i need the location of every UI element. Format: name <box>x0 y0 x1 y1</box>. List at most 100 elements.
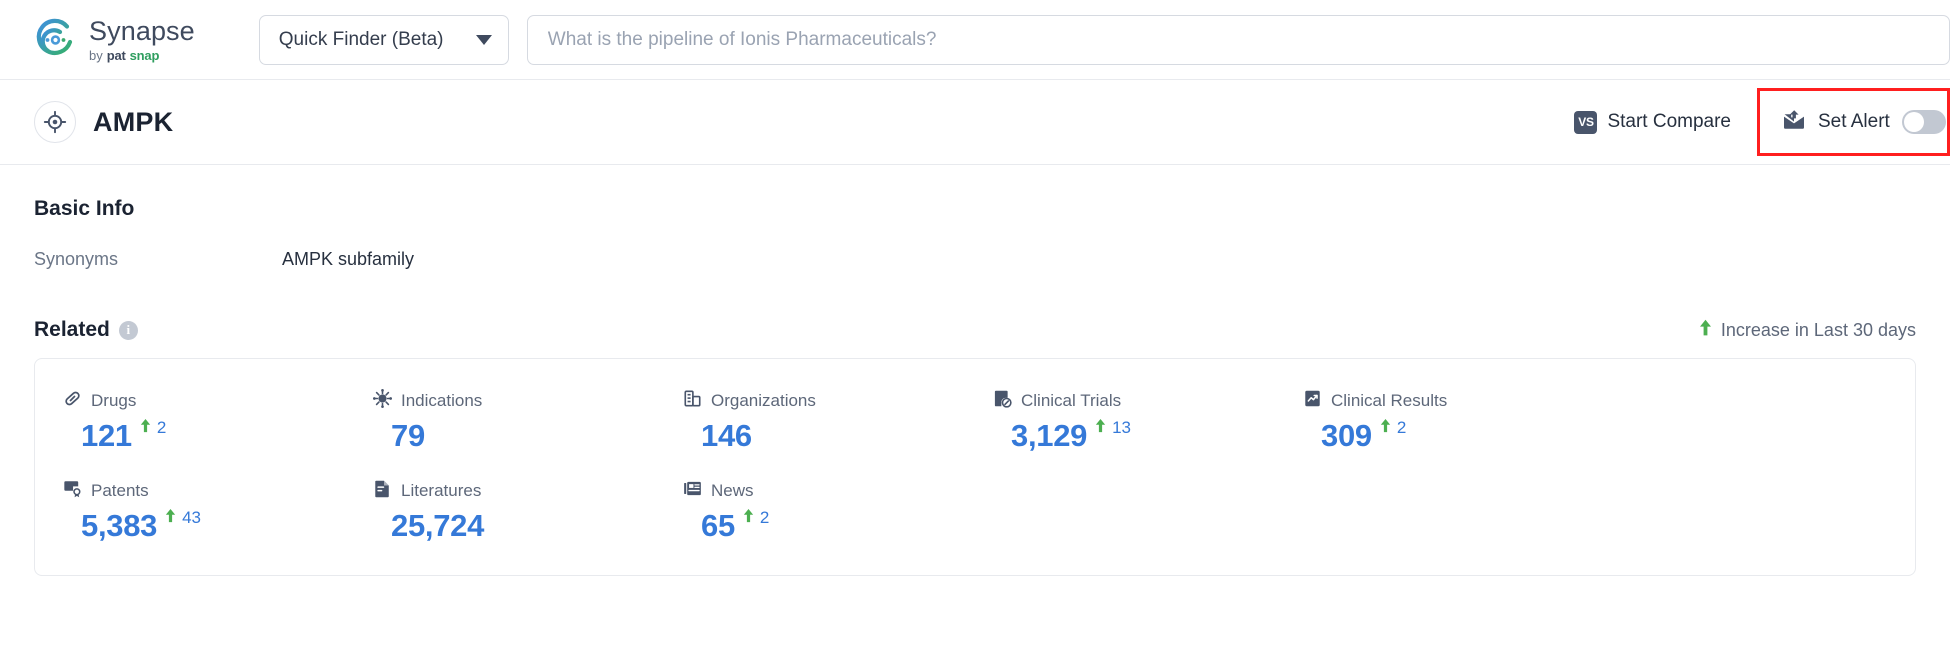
target-crosshair-icon <box>34 101 76 143</box>
stat-value: 146 <box>701 418 752 453</box>
pill-icon <box>63 389 82 413</box>
stat-delta: 2 <box>743 508 769 528</box>
stat-news[interactable]: News 65 2 <box>683 479 993 541</box>
stat-value: 121 <box>81 418 132 453</box>
stat-body: 65 2 <box>683 508 993 543</box>
set-alert-label: Set Alert <box>1818 111 1890 132</box>
brand-name: Synapse <box>89 15 195 46</box>
entity-header-bar: AMPK VS Start Compare Set Alert <box>0 80 1950 165</box>
stat-header: Organizations <box>683 389 993 413</box>
stat-delta-value: 2 <box>156 418 167 437</box>
info-circle-icon[interactable]: i <box>118 320 138 340</box>
stat-label: Clinical Trials <box>1021 391 1122 410</box>
vs-badge-icon: VS <box>1574 110 1598 134</box>
set-alert-control[interactable]: Set Alert <box>1757 88 1950 156</box>
set-alert-toggle[interactable] <box>1901 110 1946 134</box>
stat-delta: 13 <box>1095 418 1131 438</box>
quick-finder-dropdown[interactable]: Quick Finder (Beta) <box>258 14 509 65</box>
stat-label: Clinical Results <box>1331 391 1448 410</box>
stat-body: 146 <box>683 420 993 451</box>
arrow-up-icon <box>1380 418 1391 438</box>
arrow-up-icon <box>1699 319 1712 341</box>
stat-drugs[interactable]: Drugs 121 2 <box>63 389 373 451</box>
brand-pat-text: pat <box>106 47 126 63</box>
mail-alert-icon <box>1782 109 1806 135</box>
synapse-swirl-logo-icon <box>36 18 73 55</box>
brand-tagline: by pat snap <box>89 49 195 62</box>
increase-legend: Increase in Last 30 days <box>1699 319 1916 341</box>
synonyms-row: Synonyms AMPK subfamily <box>34 249 1916 270</box>
stat-organizations[interactable]: Organizations 146 <box>683 389 993 451</box>
stat-value: 309 <box>1321 418 1372 453</box>
stat-header: Indications <box>373 389 683 413</box>
search-box[interactable] <box>526 14 1950 65</box>
brand-logo[interactable]: Synapse by pat snap <box>34 15 195 62</box>
related-stats-grid: Drugs 121 2 Indications 79 Organizations… <box>63 389 1915 541</box>
stat-value: 79 <box>391 418 425 453</box>
stat-body: 79 <box>373 420 683 451</box>
stat-value: 3,129 <box>1011 418 1088 453</box>
synonyms-value: AMPK subfamily <box>282 249 415 269</box>
virus-icon <box>373 389 392 413</box>
stat-delta-value: 43 <box>182 508 201 527</box>
patent-icon <box>63 479 82 503</box>
start-compare-button[interactable]: VS Start Compare <box>1574 110 1757 134</box>
top-bar: Synapse by pat snap Quick Finder (Beta) <box>0 0 1950 80</box>
stat-value: 65 <box>701 508 735 543</box>
chevron-down-icon <box>475 34 492 45</box>
stat-body: 309 2 <box>1303 418 1613 453</box>
synonyms-label: Synonyms <box>34 249 119 269</box>
related-title: Related <box>34 318 110 341</box>
stat-patents[interactable]: Patents 5,383 43 <box>63 479 373 541</box>
stat-label: Literatures <box>401 481 482 500</box>
stat-body: 121 2 <box>63 418 373 453</box>
stat-delta: 43 <box>165 508 201 528</box>
stat-body: 3,129 13 <box>993 418 1303 453</box>
arrow-up-icon <box>743 508 754 528</box>
page-title: AMPK <box>93 106 174 137</box>
stat-body: 25,724 <box>373 510 683 541</box>
stat-delta-value: 13 <box>1112 418 1131 437</box>
stat-header: News <box>683 479 993 503</box>
arrow-up-icon <box>140 418 151 438</box>
arrow-up-icon <box>165 508 176 528</box>
entity-actions: VS Start Compare Set Alert <box>1574 80 1950 164</box>
stat-label: Organizations <box>711 391 816 410</box>
stat-body: 5,383 43 <box>63 508 373 543</box>
clinical-trial-icon <box>993 389 1012 413</box>
building-icon <box>683 389 702 413</box>
stat-header: Literatures <box>373 479 683 503</box>
quick-finder-label: Quick Finder (Beta) <box>278 28 444 50</box>
stat-label: Indications <box>401 391 483 410</box>
stat-delta: 2 <box>140 418 166 438</box>
main-content: Basic Info Synonyms AMPK subfamily Relat… <box>0 197 1950 576</box>
literature-icon <box>373 479 392 503</box>
stat-delta: 2 <box>1380 418 1406 438</box>
stat-clinical-trials[interactable]: Clinical Trials 3,129 13 <box>993 389 1303 451</box>
toggle-knob <box>1903 112 1924 132</box>
related-header: Related i Increase in Last 30 days <box>34 318 1916 342</box>
brand-snap-text: snap <box>129 47 160 63</box>
brand-by-text: by <box>89 47 103 63</box>
search-input[interactable] <box>547 28 1929 51</box>
arrow-up-icon <box>1095 418 1106 438</box>
stat-delta-value: 2 <box>759 508 770 527</box>
stat-label: News <box>711 481 754 500</box>
related-stats-card: Drugs 121 2 Indications 79 Organizations… <box>34 358 1916 576</box>
basic-info-title: Basic Info <box>34 197 135 220</box>
stat-value: 5,383 <box>81 508 158 543</box>
stat-header: Clinical Trials <box>993 389 1303 413</box>
stat-clinical-results[interactable]: Clinical Results 309 2 <box>1303 389 1613 451</box>
stat-header: Drugs <box>63 389 373 413</box>
stat-value: 25,724 <box>391 508 485 543</box>
stat-indications[interactable]: Indications 79 <box>373 389 683 451</box>
stat-header: Patents <box>63 479 373 503</box>
news-icon <box>683 479 702 503</box>
brand-wordmark: Synapse by pat snap <box>89 15 195 62</box>
increase-legend-label: Increase in Last 30 days <box>1720 319 1916 340</box>
stat-literatures[interactable]: Literatures 25,724 <box>373 479 683 541</box>
stat-header: Clinical Results <box>1303 389 1613 413</box>
stat-delta-value: 2 <box>1396 418 1407 437</box>
stat-label: Drugs <box>91 391 137 410</box>
clinical-result-icon <box>1303 389 1322 413</box>
